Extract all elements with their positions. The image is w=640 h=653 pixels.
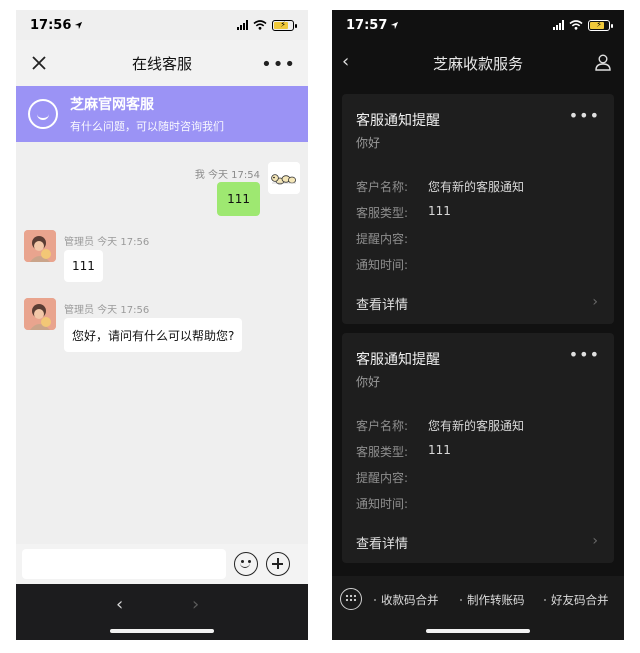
menu-dot-icon <box>460 599 462 601</box>
notification-card[interactable]: 客服通知提醒 你好 ••• 客户名称: 您有新的客服通知 客服类型: 111 提醒内… <box>342 94 614 324</box>
admin-message-meta: 管理员 今天 17:56 <box>64 305 150 316</box>
row-value: 您有新的客服通知 <box>428 419 525 433</box>
status-bar: 17:56 ⚡ <box>16 10 308 40</box>
card-row-customer: 客户名称: 您有新的客服通知 <box>356 417 524 434</box>
status-time: 17:57 <box>346 17 388 33</box>
home-indicator <box>110 629 214 633</box>
screenshot-canvas: 17:56 ⚡ 在线客服 ••• 芝麻官网客服 有什么问题，可以随时咨询我们 我… <box>0 0 640 653</box>
menu-item-label: 收款码合并 <box>381 593 439 607</box>
admin-message-bubble[interactable]: 您好，请问有什么可以帮助您? <box>64 318 243 352</box>
admin-avatar-icon <box>24 298 56 330</box>
card-row-type: 客服类型: 111 <box>356 443 451 460</box>
card-title: 客服通知提醒 <box>356 113 440 129</box>
self-message-bubble[interactable]: 111 <box>217 182 260 216</box>
row-value: 您有新的客服通知 <box>428 180 525 194</box>
menu-item-label: 制作转账码 <box>467 593 525 607</box>
row-key: 通知时间: <box>356 258 409 272</box>
self-message-meta: 我 今天 17:54 <box>194 170 260 181</box>
message-input[interactable] <box>22 549 226 579</box>
status-icons: ⚡ <box>553 19 613 31</box>
menu-item-qr-merge[interactable]: 收款码合并 <box>374 592 439 608</box>
status-time-group: 17:57 <box>346 18 399 33</box>
home-indicator <box>426 629 530 633</box>
view-details-link[interactable]: 查看详情 <box>356 533 408 552</box>
chevron-right-icon: › <box>592 533 598 549</box>
menu-dot-icon <box>544 599 546 601</box>
notification-card[interactable]: 客服通知提醒 你好 ••• 客户名称: 您有新的客服通知 客服类型: 111 提醒内… <box>342 333 614 563</box>
plus-icon[interactable] <box>266 552 290 576</box>
view-details-link[interactable]: 查看详情 <box>356 294 408 313</box>
status-time-group: 17:56 <box>30 18 83 33</box>
menu-item-friend-merge[interactable]: 好友码合并 <box>544 592 609 608</box>
status-icons: ⚡ <box>237 19 297 31</box>
card-subtitle: 你好 <box>356 136 381 150</box>
menu-item-label: 好友码合并 <box>551 593 609 607</box>
admin-avatar[interactable] <box>24 230 56 262</box>
row-key: 客户名称: <box>356 419 409 433</box>
menu-item-transfer-code[interactable]: 制作转账码 <box>460 592 525 608</box>
card-row-content: 提醒内容: <box>356 230 428 247</box>
close-icon[interactable] <box>28 52 50 74</box>
admin-avatar-icon <box>24 230 56 262</box>
admin-message-meta: 管理员 今天 17:56 <box>64 237 150 248</box>
battery-icon: ⚡ <box>272 19 297 31</box>
page-title: 芝麻收款服务 <box>432 54 523 73</box>
banner-title: 芝麻官网客服 <box>70 97 154 113</box>
wifi-icon <box>253 20 267 30</box>
emoji-icon[interactable] <box>234 552 258 576</box>
chat-nav-bar: 在线客服 ••• <box>16 40 308 86</box>
banner-subtitle: 有什么问题，可以随时咨询我们 <box>70 120 224 133</box>
card-title: 客服通知提醒 <box>356 352 440 368</box>
page-title: 在线客服 <box>131 54 192 73</box>
self-avatar[interactable] <box>268 162 300 194</box>
card-more-icon[interactable]: ••• <box>569 345 600 364</box>
menu-dot-icon <box>374 599 376 601</box>
row-key: 客服类型: <box>356 206 409 220</box>
row-key: 客服类型: <box>356 445 409 459</box>
banner-text: 芝麻官网客服 有什么问题，可以随时咨询我们 <box>70 94 224 134</box>
row-key: 客户名称: <box>356 180 409 194</box>
service-menu-bar: 收款码合并 制作转账码 好友码合并 <box>332 576 624 640</box>
service-nav-bar: ‹ 芝麻收款服务 <box>332 40 624 86</box>
card-row-customer: 客户名称: 您有新的客服通知 <box>356 178 524 195</box>
card-subtitle: 你好 <box>356 375 381 389</box>
row-value: 111 <box>428 204 451 218</box>
admin-message-bubble[interactable]: 111 <box>64 250 103 282</box>
card-row-time: 通知时间: <box>356 256 428 273</box>
caterpillar-avatar-icon <box>268 162 300 194</box>
chevron-right-icon: › <box>592 294 598 310</box>
card-row-content: 提醒内容: <box>356 469 428 486</box>
row-key: 提醒内容: <box>356 232 409 246</box>
location-arrow-icon <box>391 21 399 29</box>
chat-input-bar <box>16 544 308 584</box>
more-icon[interactable]: ••• <box>261 54 296 75</box>
battery-icon: ⚡ <box>588 19 613 31</box>
row-key: 提醒内容: <box>356 471 409 485</box>
back-icon[interactable]: ‹ <box>116 594 123 615</box>
service-banner[interactable]: 芝麻官网客服 有什么问题，可以随时咨询我们 <box>16 86 308 142</box>
card-more-icon[interactable]: ••• <box>569 106 600 125</box>
back-icon[interactable]: ‹ <box>342 51 349 72</box>
status-time: 17:56 <box>30 17 72 33</box>
left-phone-screen: 17:56 ⚡ 在线客服 ••• 芝麻官网客服 有什么问题，可以随时咨询我们 我… <box>16 10 308 640</box>
row-key: 通知时间: <box>356 497 409 511</box>
keyboard-icon[interactable] <box>340 588 362 610</box>
right-phone-screen: 17:57 ⚡ ‹ 芝麻收款服务 客服通知提醒 你好 ••• 客户名称: 您有新的… <box>332 10 624 640</box>
card-row-time: 通知时间: <box>356 495 428 512</box>
user-icon[interactable] <box>594 53 612 71</box>
location-arrow-icon <box>75 21 83 29</box>
card-row-type: 客服类型: 111 <box>356 204 451 221</box>
row-value: 111 <box>428 443 451 457</box>
status-bar: 17:57 ⚡ <box>332 10 624 40</box>
service-logo-icon <box>28 99 58 129</box>
browser-bottom-bar: ‹ › <box>16 584 308 640</box>
admin-avatar[interactable] <box>24 298 56 330</box>
signal-icon <box>553 20 564 30</box>
wifi-icon <box>569 20 583 30</box>
signal-icon <box>237 20 248 30</box>
forward-icon[interactable]: › <box>192 594 199 615</box>
